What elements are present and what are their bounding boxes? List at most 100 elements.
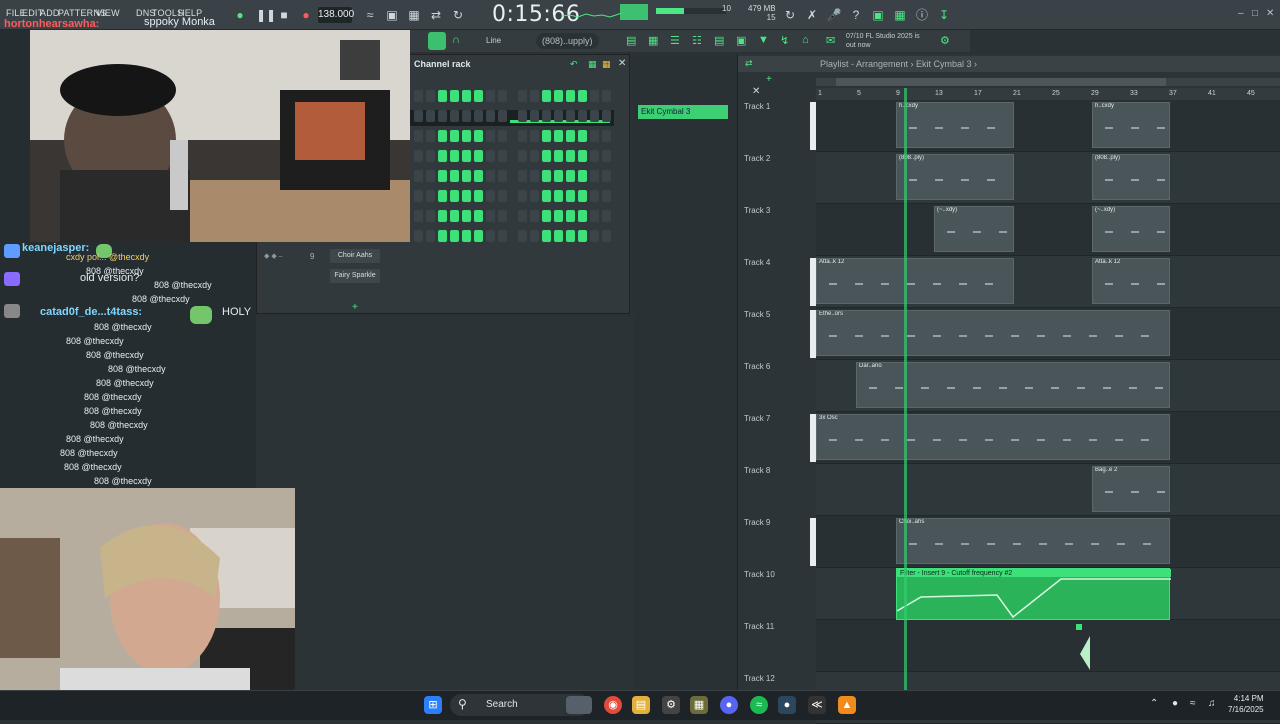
- track-lane[interactable]: [816, 100, 1280, 152]
- mute-icon[interactable]: ◆ ◆ –: [264, 252, 283, 260]
- step-button[interactable]: [590, 210, 599, 222]
- news-ticker[interactable]: 07/10 FL Studio 2025 is out now: [846, 32, 920, 50]
- step-button[interactable]: [566, 130, 575, 142]
- tray-chevron-icon[interactable]: ⌃: [1150, 698, 1158, 709]
- step-button[interactable]: [438, 110, 447, 122]
- step-button[interactable]: [438, 190, 447, 202]
- step-button[interactable]: [438, 170, 447, 182]
- step-button[interactable]: [462, 170, 471, 182]
- step-button[interactable]: [566, 210, 575, 222]
- step-button[interactable]: [566, 150, 575, 162]
- step-button[interactable]: [474, 190, 483, 202]
- step-button[interactable]: [602, 110, 611, 122]
- pattern-clip[interactable]: Ethe..ors: [816, 310, 1170, 356]
- step-button[interactable]: [542, 150, 551, 162]
- system-clock[interactable]: 4:14 PM 7/16/2025: [1228, 693, 1264, 715]
- step-button[interactable]: [554, 230, 563, 242]
- info-icon[interactable]: ⓘ: [914, 7, 930, 23]
- pattern-clip[interactable]: (~..xdy): [934, 206, 1014, 252]
- channel-name-fairy[interactable]: Fairy Sparkle: [330, 269, 380, 283]
- tempo-marker-icon[interactable]: [1076, 624, 1092, 670]
- playlist-tools-icon[interactable]: ⇄: [745, 58, 753, 69]
- step-button[interactable]: [602, 150, 611, 162]
- step-button[interactable]: [498, 190, 507, 202]
- step-button[interactable]: [498, 110, 507, 122]
- explorer-icon[interactable]: ▤: [632, 696, 650, 714]
- playlist-plus-icon[interactable]: +: [766, 74, 772, 85]
- step-button[interactable]: [518, 90, 527, 102]
- track-label[interactable]: Track 7: [744, 414, 770, 423]
- rack-step-icon[interactable]: ▦: [602, 59, 611, 70]
- step-button[interactable]: [566, 190, 575, 202]
- wait-icon[interactable]: ▣: [384, 7, 400, 23]
- tempo-display[interactable]: 138.000: [318, 7, 354, 23]
- plug-icon[interactable]: ▼: [758, 34, 769, 46]
- widget-icon[interactable]: [566, 696, 592, 714]
- playlist-scrollbar[interactable]: [816, 78, 1280, 86]
- loop-icon[interactable]: ↻: [450, 7, 466, 23]
- step-button[interactable]: [462, 90, 471, 102]
- script-icon[interactable]: ↯: [780, 34, 789, 47]
- step-button[interactable]: [498, 130, 507, 142]
- start-icon[interactable]: ⊞: [424, 696, 442, 714]
- cart-icon[interactable]: ⌂: [802, 34, 809, 46]
- add-channel-icon[interactable]: +: [352, 302, 358, 313]
- step-button[interactable]: [542, 110, 551, 122]
- step-button[interactable]: [530, 130, 539, 142]
- rack-undo-icon[interactable]: ↶: [570, 59, 578, 70]
- draw-tool-icon[interactable]: [428, 32, 446, 50]
- step-button[interactable]: [602, 90, 611, 102]
- step-button[interactable]: [578, 150, 587, 162]
- pattern-clip[interactable]: 3x Osc: [816, 414, 1170, 460]
- step-button[interactable]: [474, 230, 483, 242]
- track-label[interactable]: Track 8: [744, 466, 770, 475]
- step-button[interactable]: [542, 130, 551, 142]
- step-button[interactable]: [438, 130, 447, 142]
- step-button[interactable]: [474, 130, 483, 142]
- fl-studio-icon[interactable]: ▲: [838, 696, 856, 714]
- update-icon[interactable]: ⚙: [940, 34, 950, 47]
- track-lane[interactable]: [816, 620, 1280, 672]
- track-lane[interactable]: [816, 204, 1280, 256]
- spotify-icon[interactable]: ≈: [750, 696, 768, 714]
- step-button[interactable]: [518, 170, 527, 182]
- song-mode-button[interactable]: ●: [232, 7, 248, 23]
- browser-icon[interactable]: ▤: [714, 34, 724, 47]
- step-button[interactable]: [542, 210, 551, 222]
- step-button[interactable]: [542, 170, 551, 182]
- step-button[interactable]: [498, 90, 507, 102]
- undo-history-icon[interactable]: ↻: [782, 7, 798, 23]
- pattern-selector[interactable]: (808)..upply): [536, 33, 599, 49]
- step-button[interactable]: [590, 170, 599, 182]
- track-label[interactable]: Track 11: [744, 622, 774, 631]
- step-button[interactable]: [486, 230, 495, 242]
- step-button[interactable]: [414, 130, 423, 142]
- step-button[interactable]: [554, 130, 563, 142]
- step-button[interactable]: [518, 130, 527, 142]
- pattern-clip[interactable]: Atta..k 12: [1092, 258, 1170, 304]
- mic-icon[interactable]: 🎤: [826, 7, 842, 23]
- step-button[interactable]: [602, 230, 611, 242]
- pattern-clip[interactable]: Bag..e 2: [1092, 466, 1170, 512]
- track-label[interactable]: Track 5: [744, 310, 770, 319]
- step-button[interactable]: [426, 150, 435, 162]
- step-button[interactable]: [414, 190, 423, 202]
- step-button[interactable]: [518, 110, 527, 122]
- step-button[interactable]: [414, 110, 423, 122]
- step-button[interactable]: [414, 170, 423, 182]
- step-button[interactable]: [590, 230, 599, 242]
- step-button[interactable]: [450, 150, 459, 162]
- step-button[interactable]: [486, 170, 495, 182]
- step-button[interactable]: [578, 110, 587, 122]
- step-button[interactable]: [530, 170, 539, 182]
- step-button[interactable]: [590, 190, 599, 202]
- chrome-icon[interactable]: ◉: [604, 696, 622, 714]
- step-button[interactable]: [426, 130, 435, 142]
- step-button[interactable]: [462, 150, 471, 162]
- step-button[interactable]: [486, 90, 495, 102]
- step-button[interactable]: [590, 90, 599, 102]
- mixer-view-icon[interactable]: ☷: [692, 34, 702, 47]
- step-button[interactable]: [474, 150, 483, 162]
- step-button[interactable]: [530, 90, 539, 102]
- step-button[interactable]: [426, 190, 435, 202]
